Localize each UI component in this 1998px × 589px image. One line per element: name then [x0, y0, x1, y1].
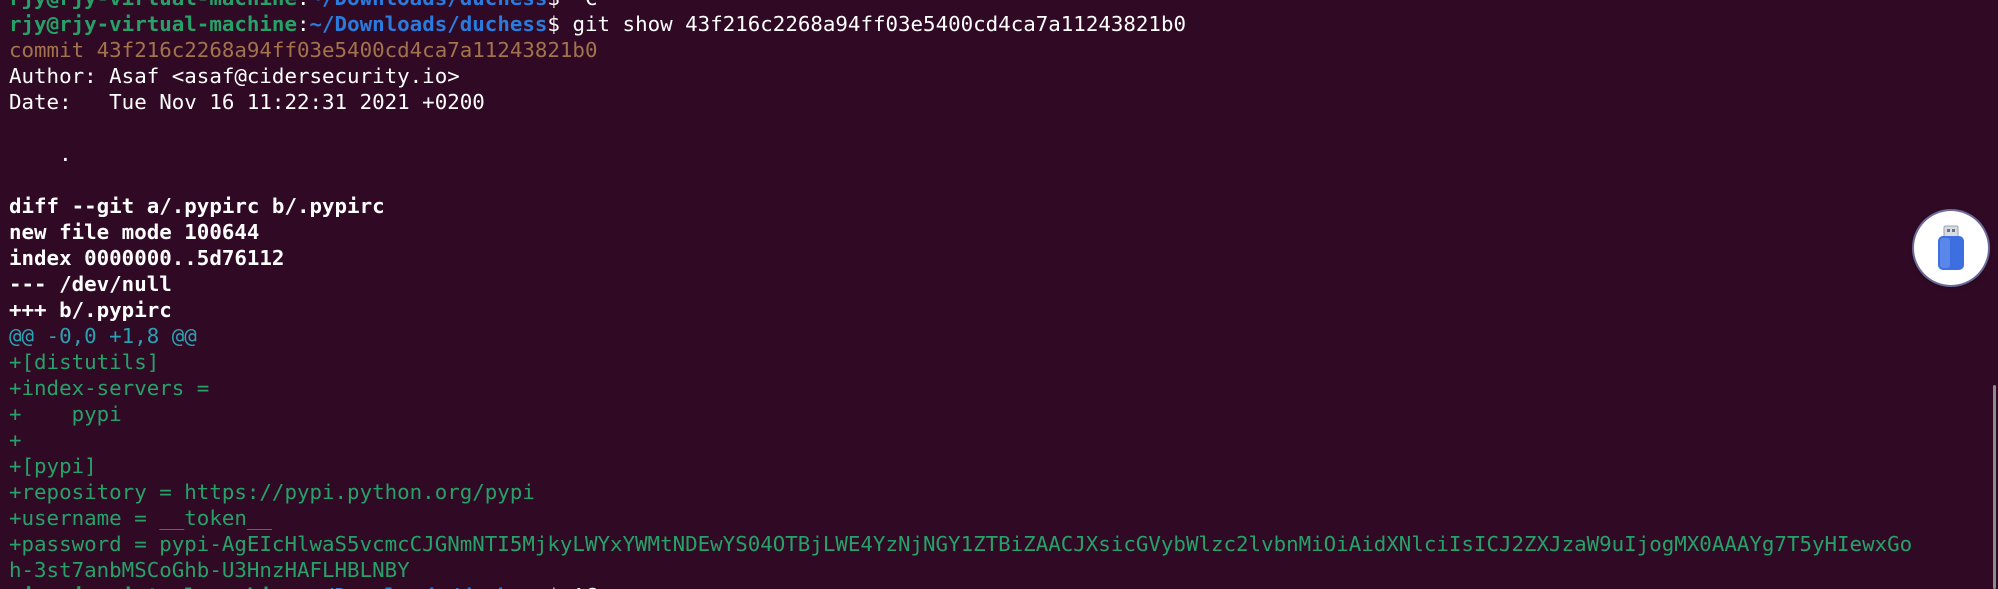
terminal-text: +++ b/.pypirc: [9, 298, 172, 322]
terminal-text: $ ^C: [547, 584, 597, 589]
terminal-text: ~/Downloads/duchess: [309, 12, 548, 36]
terminal-line: rjy@rjy-virtual-machine:~/Downloads/duch…: [9, 583, 1998, 589]
terminal-line: +index-servers =: [9, 375, 1998, 401]
terminal-text: :: [297, 0, 310, 10]
terminal-text: +username = __token__: [9, 506, 272, 530]
terminal-text: h-3st7anbMSCoGhb-U3HnzHAFLHBLNBY: [9, 558, 410, 582]
terminal-text: ~/Downloads/duchess: [310, 584, 548, 589]
terminal-line: Date: Tue Nov 16 11:22:31 2021 +0200: [9, 89, 1998, 115]
terminal-text: diff --git a/.pypirc b/.pypirc: [9, 194, 385, 218]
terminal-text: +[pypi]: [9, 454, 97, 478]
terminal-line: +password = pypi-AgEIcHlwaS5vcmcCJGNmNTI…: [9, 531, 1998, 557]
terminal-line: +repository = https://pypi.python.org/py…: [9, 479, 1998, 505]
terminal-line: @@ -0,0 +1,8 @@: [9, 323, 1998, 349]
terminal-text: +password = pypi-AgEIcHlwaS5vcmcCJGNmNTI…: [9, 532, 1913, 556]
terminal-line: rjy@rjy-virtual-machine:~/Downloads/duch…: [9, 11, 1998, 37]
terminal-line: +: [9, 427, 1998, 453]
usb-drive-button[interactable]: [1914, 211, 1988, 285]
terminal-text: @@ -0,0 +1,8 @@: [9, 324, 197, 348]
terminal-text: rjy@rjy-virtual-machine: [9, 0, 297, 10]
terminal-text: new file mode 100644: [9, 220, 260, 244]
terminal-line: + pypi: [9, 401, 1998, 427]
terminal-line: index 0000000..5d76112: [9, 245, 1998, 271]
terminal-text: +index-servers =: [9, 376, 210, 400]
terminal-text: .: [9, 142, 72, 166]
terminal-text: +repository = https://pypi.python.org/py…: [9, 480, 535, 504]
terminal-line: diff --git a/.pypirc b/.pypirc: [9, 193, 1998, 219]
terminal-line: .: [9, 141, 1998, 167]
terminal-text: ~/Downloads/duchess: [310, 0, 548, 10]
terminal-output: rjy@rjy-virtual-machine:~/Downloads/duch…: [9, 0, 1998, 589]
terminal-text: :: [296, 12, 310, 36]
terminal-line: +[distutils]: [9, 349, 1998, 375]
usb-drive-icon: [1938, 225, 1964, 270]
terminal-scrollbar[interactable]: [1990, 0, 1998, 589]
terminal-window[interactable]: rjy@rjy-virtual-machine:~/Downloads/duch…: [0, 0, 1998, 589]
terminal-line: h-3st7anbMSCoGhb-U3HnzHAFLHBLNBY: [9, 557, 1998, 583]
terminal-text: +: [9, 428, 22, 452]
terminal-text: +[distutils]: [9, 350, 160, 374]
scrollbar-thumb[interactable]: [1993, 385, 1996, 589]
terminal-text: Date: Tue Nov 16 11:22:31 2021 +0200: [9, 90, 485, 114]
terminal-text: $ git show 43f216c2268a94ff03e5400cd4ca7…: [547, 12, 1186, 36]
terminal-text: commit 43f216c2268a94ff03e5400cd4ca7a112…: [9, 38, 598, 62]
terminal-text: rjy@rjy-virtual-machine: [9, 584, 297, 589]
terminal-line: --- /dev/null: [9, 271, 1998, 297]
terminal-line: Author: Asaf <asaf@cidersecurity.io>: [9, 63, 1998, 89]
terminal-text: index 0000000..5d76112: [9, 246, 285, 270]
terminal-text: :: [297, 584, 310, 589]
terminal-line: +[pypi]: [9, 453, 1998, 479]
terminal-text: $ ^C: [547, 0, 597, 10]
terminal-text: + pypi: [9, 402, 122, 426]
terminal-line: +username = __token__: [9, 505, 1998, 531]
terminal-line: rjy@rjy-virtual-machine:~/Downloads/duch…: [9, 0, 1998, 11]
terminal-text: --- /dev/null: [9, 272, 172, 296]
terminal-text: Author: Asaf <asaf@cidersecurity.io>: [9, 64, 460, 88]
terminal-text: rjy@rjy-virtual-machine: [9, 12, 297, 36]
terminal-line: +++ b/.pypirc: [9, 297, 1998, 323]
terminal-line: commit 43f216c2268a94ff03e5400cd4ca7a112…: [9, 37, 1998, 63]
terminal-line: new file mode 100644: [9, 219, 1998, 245]
